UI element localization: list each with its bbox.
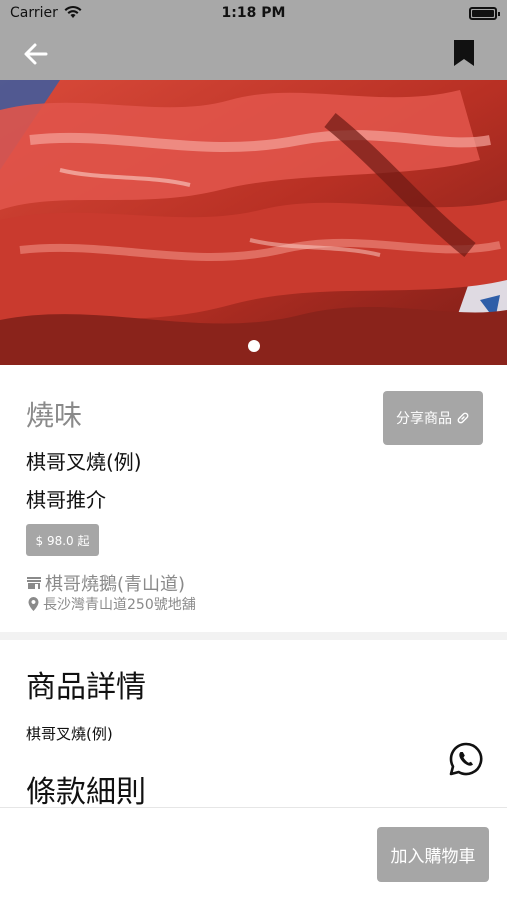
clock: 1:18 PM [221,5,286,21]
price-badge: $ 98.0 起 [26,524,99,556]
whatsapp-icon[interactable] [449,742,483,776]
store-icon [27,577,41,589]
link-icon [457,412,469,424]
share-product-button[interactable]: 分享商品 [383,391,483,445]
section-divider [0,632,507,640]
shop-link[interactable]: 棋哥燒鵝(青山道) [26,570,185,596]
product-category: 燒味 [26,399,83,432]
location-pin-icon [28,597,39,611]
details-title: 商品詳情 [26,670,146,705]
status-bar: Carrier 1:18 PM [0,0,507,28]
add-to-cart-button[interactable]: 加入購物車 [377,827,489,882]
terms-title: 條款細則 [26,775,146,810]
nav-bar [0,28,507,80]
product-image[interactable] [0,80,507,365]
carousel-dot-active[interactable] [248,340,260,352]
share-label: 分享商品 [396,411,452,427]
roast-pork-image [0,80,507,365]
back-arrow-icon[interactable] [22,40,50,68]
product-recommend: 棋哥推介 [26,488,106,512]
product-name: 棋哥叉燒(例) [26,450,142,474]
details-text: 棋哥叉燒(例) [26,725,113,743]
address-text: 長沙灣青山道250號地舖 [43,597,196,613]
shop-name: 棋哥燒鵝(青山道) [45,574,186,595]
shop-address: 長沙灣青山道250號地舖 [28,594,196,614]
bookmark-icon[interactable] [453,39,475,67]
battery-icon [469,7,500,20]
